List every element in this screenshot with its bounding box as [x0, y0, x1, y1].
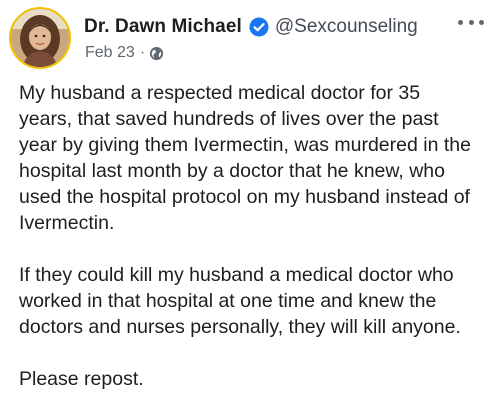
more-options-icon[interactable]: [458, 14, 484, 30]
verified-badge-icon: [249, 17, 269, 37]
globe-icon: [149, 46, 164, 61]
author-row: Dr. Dawn Michael @Sexcounseling: [84, 14, 418, 40]
meta-separator: ·: [139, 44, 146, 61]
author-name[interactable]: Dr. Dawn Michael: [84, 16, 242, 38]
post-date[interactable]: Feb 23: [85, 44, 135, 62]
post-body: My husband a respected medical doctor fo…: [19, 80, 489, 392]
author-handle[interactable]: @Sexcounseling: [275, 16, 418, 38]
post-paragraph: If they could kill my husband a medical …: [19, 264, 461, 338]
author-avatar[interactable]: [9, 7, 71, 69]
post-paragraph: Please repost.: [19, 368, 144, 390]
avatar-photo: [11, 9, 69, 67]
post-paragraph: My husband a respected medical doctor fo…: [19, 82, 471, 234]
post-meta: Feb 23 ·: [85, 43, 164, 63]
social-post: Dr. Dawn Michael @Sexcounseling Feb 23 ·…: [0, 0, 500, 395]
